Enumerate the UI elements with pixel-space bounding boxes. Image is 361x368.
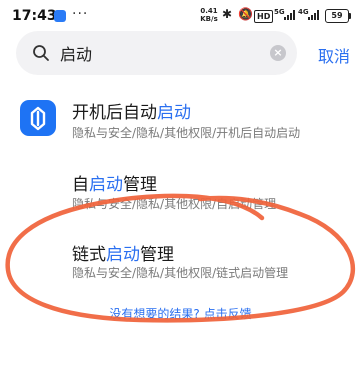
battery-icon: 59 bbox=[325, 9, 351, 23]
result-path: 隐私与安全/隐私/其他权限/自启动管理 bbox=[72, 197, 277, 211]
result-title-prefix: 链式 bbox=[72, 245, 106, 265]
bluetooth-icon: ✱ bbox=[222, 7, 233, 21]
status-time: 17:43 bbox=[12, 8, 57, 24]
network-speed-unit: KB/s bbox=[200, 15, 218, 23]
search-results-screen: 17:43 ··· 0.41 KB/s ✱ 🔕 HD 5G 4G 59 × 取消 bbox=[0, 0, 361, 368]
signal-strength-icon-2 bbox=[308, 10, 319, 20]
result-path: 隐私与安全/隐私/其他权限/链式启动管理 bbox=[72, 266, 289, 280]
mute-bell-icon: 🔕 bbox=[238, 7, 253, 21]
result-title-auto-start-after-boot[interactable]: 开机后自动启动 bbox=[72, 98, 191, 123]
result-path: 隐私与安全/隐私/其他权限/开机后自动启动 bbox=[72, 126, 301, 140]
result-title-highlight: 启动 bbox=[89, 175, 123, 195]
network-speed: 0.41 KB/s bbox=[198, 7, 220, 23]
result-title-prefix: 开机后自动 bbox=[72, 103, 157, 123]
result-title-highlight: 启动 bbox=[106, 245, 140, 265]
network-speed-value: 0.41 bbox=[200, 7, 218, 15]
result-title-highlight: 启动 bbox=[157, 103, 191, 123]
hd-icon: HD bbox=[254, 10, 274, 23]
result-title-self-start-management[interactable]: 自启动管理 bbox=[72, 170, 157, 195]
clear-search-icon[interactable]: × bbox=[270, 45, 286, 61]
result-title-suffix: 管理 bbox=[140, 245, 174, 265]
search-icon bbox=[33, 45, 49, 61]
result-title-prefix: 自 bbox=[72, 175, 89, 195]
result-title-suffix: 管理 bbox=[123, 175, 157, 195]
signal-strength-icon bbox=[284, 10, 295, 20]
search-input[interactable] bbox=[60, 41, 260, 65]
search-bar[interactable]: × bbox=[16, 31, 297, 75]
cancel-button[interactable]: 取消 bbox=[318, 43, 350, 67]
result-title-chain-start-management[interactable]: 链式启动管理 bbox=[72, 240, 174, 265]
more-notifications-icon: ··· bbox=[72, 6, 89, 22]
app-launch-icon bbox=[20, 100, 56, 136]
feedback-link[interactable]: 没有想要的结果? 点击反馈 bbox=[0, 305, 361, 322]
status-bar: 17:43 ··· 0.41 KB/s ✱ 🔕 HD 5G 4G 59 bbox=[0, 0, 361, 34]
notification-app-icon bbox=[54, 10, 66, 22]
